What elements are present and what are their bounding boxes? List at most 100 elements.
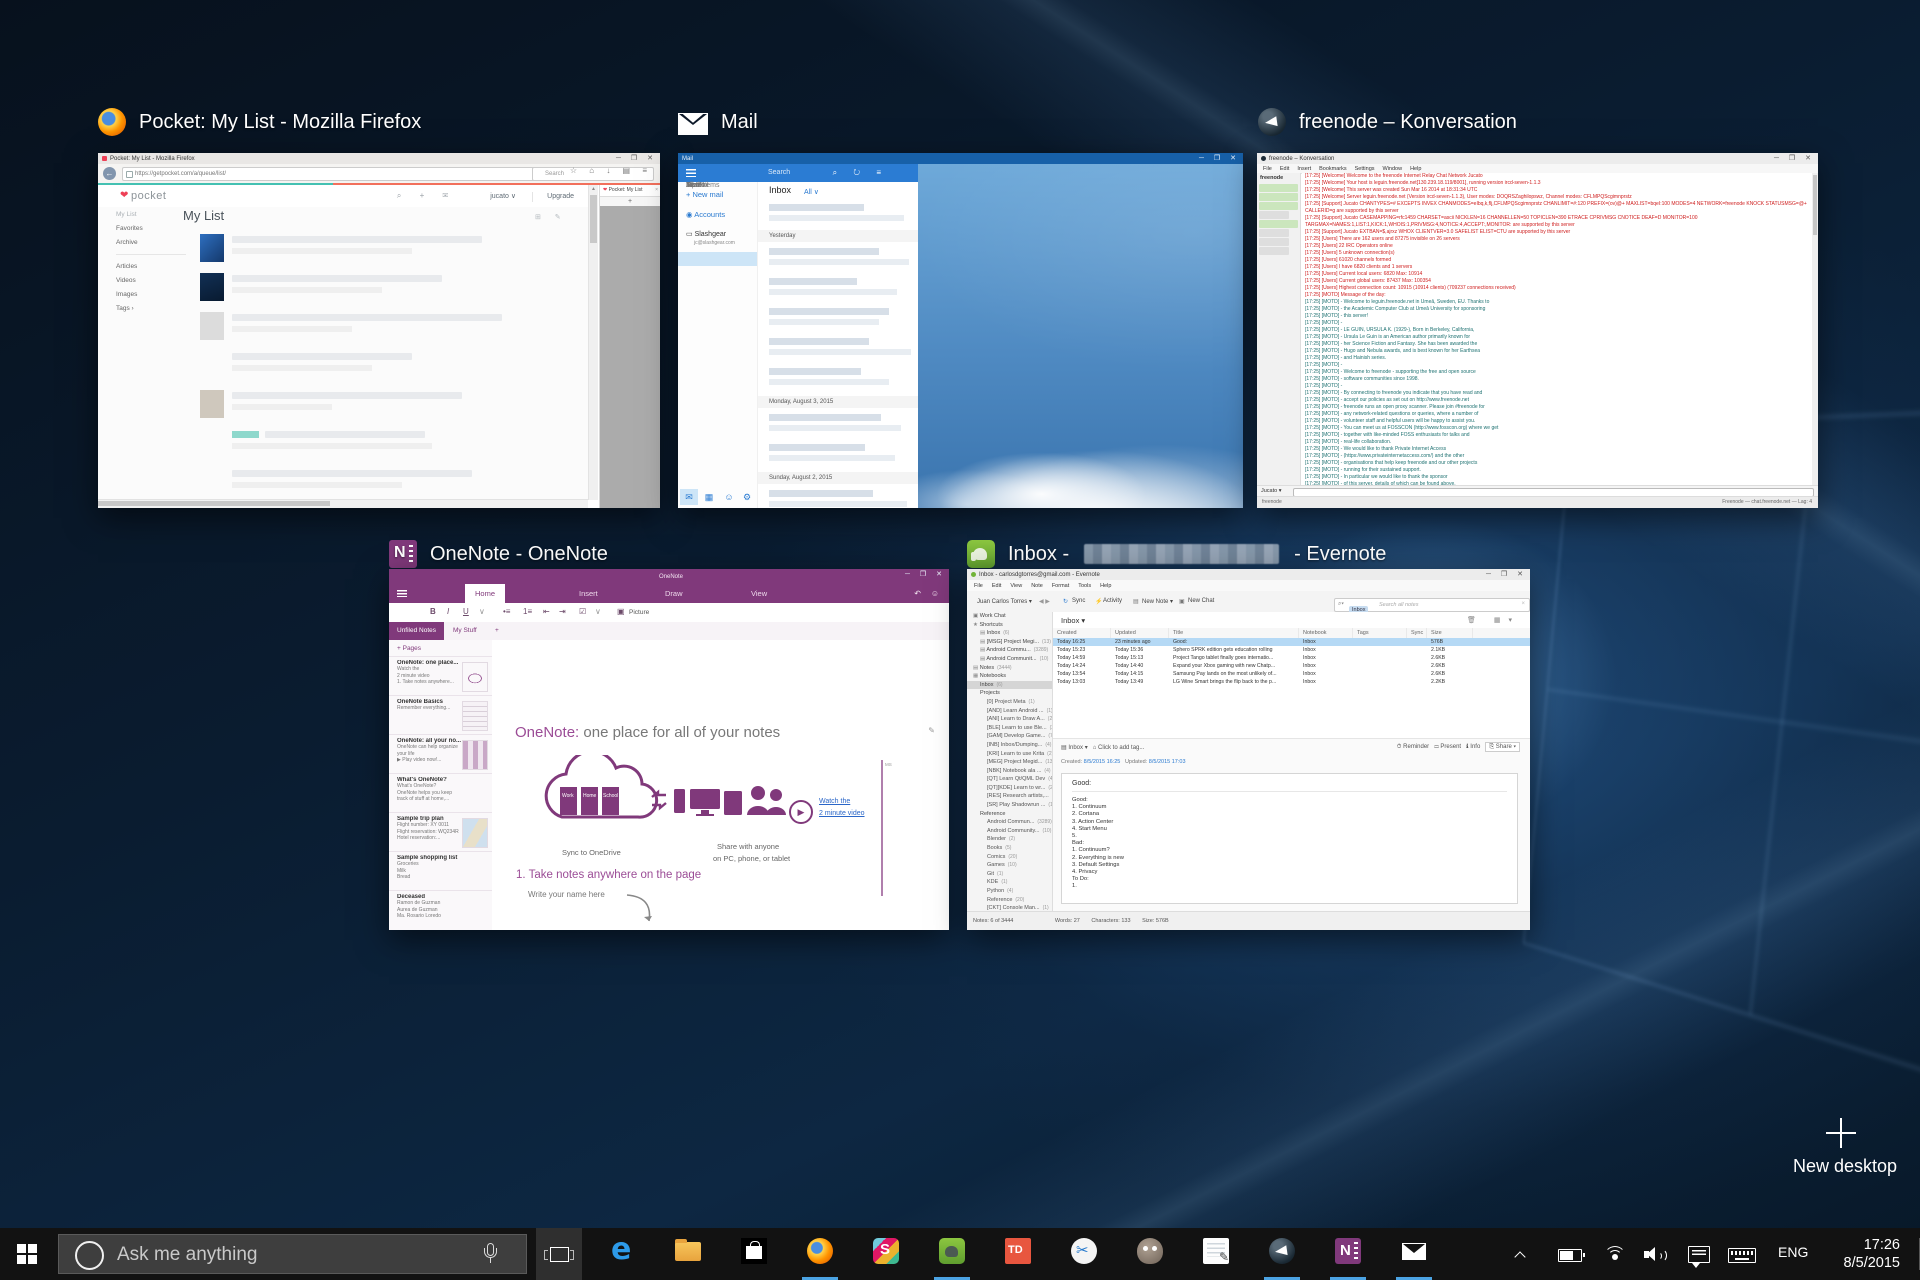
sidebar-item[interactable]: Git(1) <box>967 870 1052 879</box>
pocket-sidebar-item[interactable]: Tags › <box>116 305 186 312</box>
menu-item[interactable]: Settings <box>1355 166 1375 172</box>
menu-item[interactable]: File <box>1263 166 1272 172</box>
sidebar-item[interactable]: Inbox(6) <box>967 629 1052 638</box>
checkbox-button[interactable]: ☑ <box>579 607 586 616</box>
pocket-sidebar-item[interactable]: Favorites <box>116 225 186 232</box>
sidebar-item[interactable]: [GAM] Develop Game...(7) <box>967 732 1052 741</box>
window-thumbnail-onenote[interactable]: OneNote ─ ❐ ✕ Home Insert Draw View ↶ ☺ … <box>389 569 949 930</box>
sidebar-item[interactable]: [NBK] Notebook ala ...(4) <box>967 767 1052 776</box>
bullet-list-button[interactable]: •≡ <box>503 607 510 616</box>
taskbar-icon-slack[interactable] <box>864 1228 908 1280</box>
search-sync-filter-icons[interactable]: ⌕ ↻ ≡ <box>833 168 888 178</box>
hamburger-menu-icon[interactable] <box>397 590 407 597</box>
new-chat-button[interactable]: New Chat <box>1188 598 1214 604</box>
window-thumbnail-mail[interactable]: Mail ─ ❐ ✕ Search ⌕ ↻ ≡ + New mail ◉ Acc… <box>678 153 1243 508</box>
server-node[interactable]: freenode <box>1257 173 1300 183</box>
sidebar-item[interactable]: [QT] Learn Qt/QML Dev(4) <box>967 775 1052 784</box>
view-toggle-icons[interactable]: ⊞ ✎ <box>535 213 567 221</box>
sidebar-item[interactable]: Books(5) <box>967 844 1052 853</box>
trash-and-view-icons[interactable]: 🗑 ▦▾ <box>1467 616 1520 624</box>
numbered-list-button[interactable]: 1≡ <box>523 607 532 616</box>
menu-item[interactable]: Edit <box>992 583 1001 589</box>
activity-button[interactable]: Activity <box>1103 598 1122 604</box>
touch-keyboard-icon[interactable] <box>1728 1248 1756 1263</box>
watch-video-link[interactable]: Watch the <box>819 798 850 805</box>
pocket-sidebar-item[interactable]: Archive <box>116 239 186 246</box>
menu-item[interactable]: Format <box>1052 583 1069 589</box>
note-row[interactable]: Today 15:23Today 15:36 Sphero SPRK editi… <box>1053 646 1530 654</box>
chevron-down-icon[interactable]: ∨ <box>479 607 485 616</box>
ribbon-tab-view[interactable]: View <box>741 584 777 603</box>
note-canvas[interactable]: OneNote: one place for all of your notes… <box>492 640 949 930</box>
mail-view-icon[interactable]: ✉ <box>680 489 698 505</box>
sidebar-item[interactable]: Games(10) <box>967 861 1052 870</box>
horizontal-scrollbar[interactable] <box>98 499 588 508</box>
note-row[interactable]: Today 14:59Today 15:13 Project Tango tab… <box>1053 654 1530 662</box>
ribbon-tab-insert[interactable]: Insert <box>569 584 608 603</box>
account-menu[interactable]: jucato ∨ <box>490 192 516 200</box>
wifi-icon[interactable] <box>1604 1246 1626 1262</box>
page-card[interactable]: Sample trip plan Flight number: XY 0011 … <box>389 812 492 851</box>
sidebar-item[interactable]: Shortcuts <box>967 621 1052 630</box>
search-box[interactable]: ⌕▾ Inbox Search all notes × <box>1334 598 1530 612</box>
list-item[interactable] <box>183 428 583 467</box>
url-bar[interactable]: https://getpocket.com/a/queue/list/ <box>122 167 538 181</box>
settings-icon[interactable]: ⚙ <box>738 489 756 505</box>
notebook-title-dropdown[interactable]: Inbox ▾ <box>1061 616 1085 625</box>
ribbon-tab-draw[interactable]: Draw <box>655 584 693 603</box>
sync-button[interactable]: Sync <box>1072 598 1085 604</box>
italic-button[interactable]: I <box>447 607 449 616</box>
list-item[interactable] <box>183 272 583 311</box>
people-view-icon[interactable]: ☺ <box>720 489 738 505</box>
vertical-scrollbar[interactable] <box>1812 173 1818 486</box>
taskbar-icon-konversation[interactable] <box>1260 1228 1304 1280</box>
picture-button[interactable]: Picture <box>629 609 649 616</box>
menu-item[interactable]: Window <box>1383 166 1403 172</box>
sidebar-item[interactable]: [INB] Inbox/Dumping...(4) <box>967 741 1052 750</box>
browser-toolbar-icons[interactable]: ☆ ⌂ ↓ ▤ ≡ <box>570 166 652 175</box>
sidebar-item[interactable]: Comics(20) <box>967 853 1052 862</box>
menu-item[interactable]: Insert <box>1297 166 1311 172</box>
page-card[interactable]: OneNote Basics Remember everything... <box>389 695 492 734</box>
filter-dropdown[interactable]: All ∨ <box>804 188 819 196</box>
close-icon[interactable]: × <box>655 185 658 196</box>
page-card[interactable]: What's OneNote? What's OneNote? OneNote … <box>389 773 492 812</box>
note-title[interactable]: Good: <box>1072 780 1507 792</box>
window-controls[interactable]: ─ ❐ ✕ <box>616 154 657 162</box>
sidebar-item[interactable]: Reference <box>967 810 1052 819</box>
sidebar-item[interactable]: Android Communit...(10) <box>967 655 1052 664</box>
pocket-sidebar-item[interactable]: Images <box>116 291 186 298</box>
picture-icon[interactable]: ▣ <box>617 607 625 616</box>
sidebar-item[interactable]: [RES] Research artists,...(2) <box>967 792 1052 801</box>
sidebar-tab[interactable]: ❤ Pocket: My List× <box>600 185 660 197</box>
indent-button[interactable]: ⇥ <box>559 607 566 616</box>
window-controls[interactable]: ─ ❐ ✕ <box>1774 154 1815 162</box>
page-card[interactable]: OneNote: all your no... OneNote can help… <box>389 734 492 773</box>
window-controls[interactable]: ─ ❐ ✕ <box>905 570 946 578</box>
bold-button[interactable]: B <box>430 607 436 616</box>
volume-icon[interactable] <box>1644 1247 1666 1262</box>
menu-item[interactable]: Help <box>1100 583 1111 589</box>
hamburger-menu-icon[interactable] <box>686 169 696 177</box>
pocket-sidebar-item[interactable] <box>116 254 186 255</box>
new-note-button[interactable]: New Note ▾ <box>1142 598 1173 605</box>
sidebar-item[interactable]: Work Chat <box>967 612 1052 621</box>
list-item[interactable] <box>183 233 583 272</box>
taskbar-icon-firefox[interactable] <box>798 1228 842 1280</box>
sidebar-item[interactable]: [SR] Play Shadowrun ...(1) <box>967 801 1052 810</box>
sidebar-item[interactable]: Projects <box>967 689 1052 698</box>
account-folder[interactable]: ▭ Slashgear <box>686 230 726 238</box>
notebook-tab-mystuff[interactable]: My Stuff <box>445 622 485 640</box>
outdent-button[interactable]: ⇤ <box>543 607 550 616</box>
sidebar-item[interactable]: [KRI] Learn to use Krita(2) <box>967 750 1052 759</box>
chevron-down-icon[interactable]: ∨ <box>595 607 601 616</box>
sidebar-item[interactable]: [0] Project Meta(1) <box>967 698 1052 707</box>
sidebar-item[interactable]: KDE(1) <box>967 878 1052 887</box>
nav-arrows[interactable]: ◀ ▶ <box>1039 598 1050 605</box>
taskbar-icon-snipping-tool[interactable] <box>1062 1228 1106 1280</box>
tray-overflow-chevron-icon[interactable] <box>1516 1250 1526 1260</box>
taskbar-icon-edge[interactable] <box>600 1228 644 1280</box>
note-row[interactable]: Today 14:24Today 14:40 Expand your Xbox … <box>1053 662 1530 670</box>
new-chat-icon[interactable]: ▣ <box>1179 598 1185 605</box>
window-thumbnail-evernote[interactable]: Inbox - carlosdgtorres@gmail.com - Evern… <box>967 569 1530 930</box>
